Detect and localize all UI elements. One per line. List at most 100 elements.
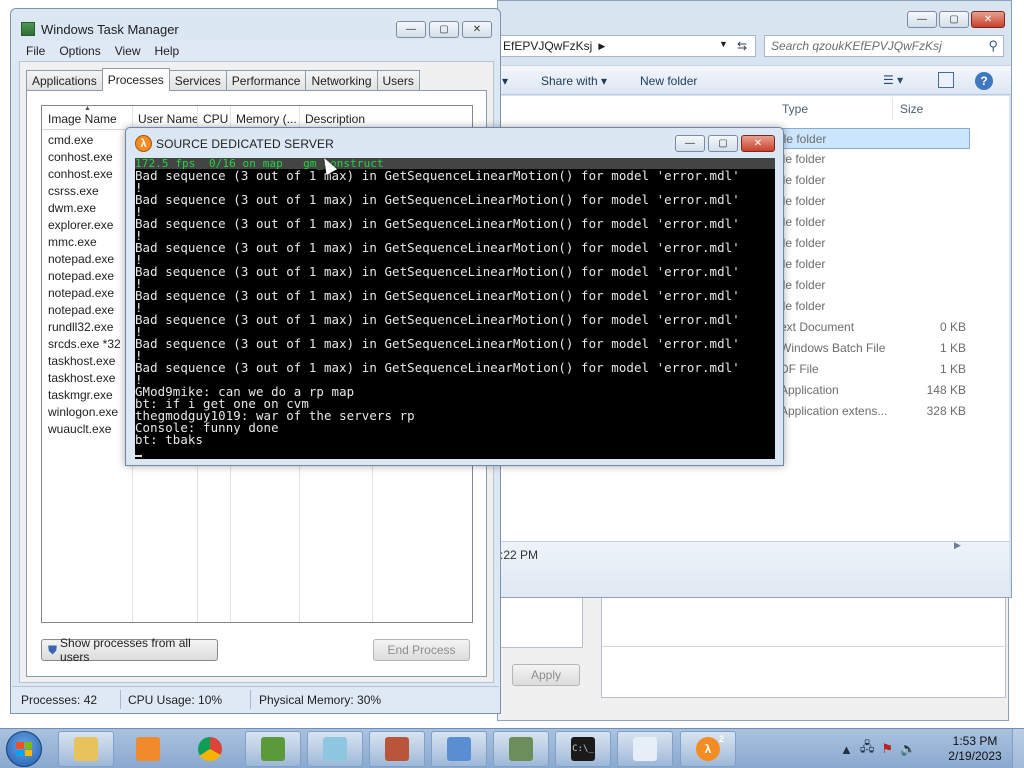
scroll-right-icon[interactable]: ▶ — [954, 540, 961, 551]
minimize-button[interactable]: — — [675, 135, 705, 152]
taskbar-button[interactable] — [307, 731, 363, 767]
column-user-name[interactable]: User Name — [138, 112, 199, 126]
process-row[interactable]: csrss.exe — [48, 184, 99, 198]
process-row[interactable]: conhost.exe — [48, 167, 113, 181]
taskbar-button[interactable] — [617, 731, 673, 767]
address-bar[interactable]: EfEPVJQwFzKsj ▶ ▼ — [498, 35, 756, 57]
apply-button[interactable]: Apply — [512, 664, 580, 686]
search-input[interactable]: Search qzoukKEfEPVJQwFzKsj ⚲ — [764, 35, 1004, 57]
process-row[interactable]: notepad.exe — [48, 286, 114, 300]
console-output[interactable]: 172.5 fps 0/16 on map gm_construct Bad s… — [135, 158, 775, 459]
show-hidden-icons[interactable]: ▲ — [840, 742, 853, 757]
file-type: ile folder — [780, 299, 826, 313]
network-icon[interactable]: 🖧 — [860, 738, 875, 760]
process-row[interactable]: taskhost.exe — [48, 354, 115, 368]
menu-help[interactable]: Help — [155, 44, 180, 58]
search-icon[interactable]: ⚲ — [988, 38, 998, 54]
console-line: Bad sequence (3 out of 1 max) in GetSequ… — [135, 192, 740, 207]
taskbar-button[interactable] — [369, 731, 425, 767]
help-icon[interactable]: ? — [975, 72, 993, 90]
task-manager-caption-buttons: — ▢ ✕ — [396, 21, 492, 38]
close-button[interactable]: ✕ — [462, 21, 492, 38]
divider — [602, 646, 1007, 647]
minimize-button[interactable]: — — [396, 21, 426, 38]
maximize-button[interactable]: ▢ — [939, 11, 969, 28]
tab-processes[interactable]: Processes — [101, 68, 170, 91]
file-type: Application extens... — [780, 404, 888, 418]
tab-users[interactable]: Users — [376, 70, 420, 90]
breadcrumb-arrow-icon[interactable]: ▶ — [598, 41, 605, 52]
show-all-users-button[interactable]: ⛊ Show processes from all users — [41, 636, 218, 664]
end-process-button[interactable]: End Process — [373, 639, 470, 661]
chevron-down-icon[interactable]: ▾ — [502, 74, 508, 88]
minimize-button[interactable]: — — [907, 11, 937, 28]
tab-networking[interactable]: Networking — [305, 70, 378, 90]
column-cpu[interactable]: CPU — [203, 112, 228, 126]
taskbar-button[interactable]: 2λ — [680, 731, 736, 767]
menu-options[interactable]: Options — [59, 44, 100, 58]
tab-performance[interactable]: Performance — [225, 70, 307, 90]
process-row[interactable]: winlogon.exe — [48, 405, 118, 419]
process-row[interactable]: notepad.exe — [48, 269, 114, 283]
console-line: Bad sequence (3 out of 1 max) in GetSequ… — [135, 360, 740, 375]
media-player-icon — [136, 737, 160, 761]
process-row[interactable]: mmc.exe — [48, 235, 97, 249]
share-with-button[interactable]: Share with ▾ — [541, 74, 607, 88]
shield-icon: ⛊ — [48, 642, 58, 657]
preview-pane-icon[interactable] — [938, 72, 954, 88]
file-size: 1 KB — [939, 341, 966, 355]
column-image-name[interactable]: Image Name — [48, 112, 117, 126]
menu-file[interactable]: File — [26, 44, 45, 58]
clock[interactable]: 1:53 PM 2/19/2023 — [940, 734, 1010, 764]
process-row[interactable]: rundll32.exe — [48, 320, 113, 334]
maximize-button[interactable]: ▢ — [429, 21, 459, 38]
show-desktop-button[interactable] — [1012, 729, 1024, 768]
tab-strip: Applications Processes Services Performa… — [26, 68, 420, 91]
volume-icon[interactable]: 🔈 — [900, 741, 916, 757]
process-row[interactable]: wuauclt.exe — [48, 422, 111, 436]
menu-view[interactable]: View — [115, 44, 141, 58]
start-button[interactable] — [6, 731, 42, 767]
process-row[interactable]: cmd.exe — [48, 133, 93, 147]
task-manager-icon — [21, 22, 35, 36]
taskbar-button[interactable] — [431, 731, 487, 767]
process-row[interactable]: taskmgr.exe — [48, 388, 113, 402]
column-description[interactable]: Description — [305, 112, 365, 126]
process-row[interactable]: explorer.exe — [48, 218, 113, 232]
action-center-icon[interactable]: ⚑ — [881, 741, 893, 757]
notepad-icon — [323, 737, 347, 761]
process-row[interactable]: notepad.exe — [48, 303, 114, 317]
process-row[interactable]: conhost.exe — [48, 150, 113, 164]
taskbar-button[interactable] — [58, 731, 114, 767]
process-row[interactable]: taskhost.exe — [48, 371, 115, 385]
file-type: ile folder — [780, 152, 826, 166]
status-divider — [120, 690, 121, 709]
tab-applications[interactable]: Applications — [26, 70, 103, 90]
process-row[interactable]: dwm.exe — [48, 201, 96, 215]
console-line: Bad sequence (3 out of 1 max) in GetSequ… — [135, 168, 740, 183]
close-button[interactable]: ✕ — [971, 11, 1005, 28]
taskbar-button[interactable] — [120, 731, 176, 767]
column-type[interactable]: Type — [782, 96, 808, 122]
column-memory[interactable]: Memory (... — [236, 112, 297, 126]
maximize-button[interactable]: ▢ — [708, 135, 738, 152]
close-button[interactable]: ✕ — [741, 135, 775, 152]
show-all-users-label: Show processes from all users — [60, 636, 191, 664]
new-folder-button[interactable]: New folder — [640, 74, 697, 88]
process-row[interactable]: notepad.exe — [48, 252, 114, 266]
column-size[interactable]: Size — [900, 96, 923, 122]
taskbar-button[interactable]: C:\_ — [555, 731, 611, 767]
tab-services[interactable]: Services — [168, 70, 227, 90]
refresh-icon[interactable]: ⇆ — [732, 37, 752, 55]
command-bar: ▾ Share with ▾ New folder ☰ ▾ ? — [498, 65, 1011, 95]
process-row[interactable]: srcds.exe *32 — [48, 337, 121, 351]
file-type: ile folder — [780, 278, 826, 292]
views-icon[interactable]: ☰ ▾ — [883, 73, 903, 87]
taskbar-button[interactable] — [493, 731, 549, 767]
hl2-badge: 2 — [719, 734, 725, 744]
properties-dialog: Apply — [497, 598, 1009, 721]
taskbar-button[interactable] — [245, 731, 301, 767]
taskbar-button[interactable] — [182, 731, 238, 767]
control-panel-icon — [447, 737, 471, 761]
column-separator[interactable] — [892, 98, 893, 120]
